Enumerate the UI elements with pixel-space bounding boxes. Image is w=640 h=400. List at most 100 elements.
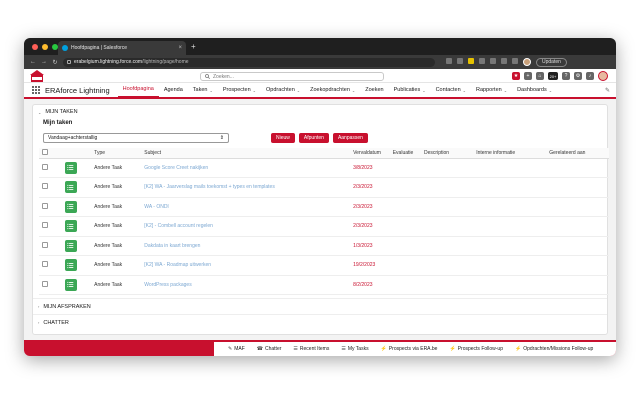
column-header[interactable]: Interne informatie bbox=[473, 148, 547, 159]
section-chatter-header[interactable]: › CHATTER bbox=[33, 314, 607, 330]
nav-item-zoekopdrachten[interactable]: Zoekopdrachten ⌄ bbox=[305, 82, 360, 98]
chevron-down-icon[interactable]: ⌄ bbox=[297, 88, 300, 93]
chevron-down-icon[interactable]: ⌄ bbox=[504, 88, 507, 93]
favorites-star-icon[interactable]: ★ bbox=[512, 72, 520, 80]
table-row[interactable]: Andere Taak WordPress packages 8/2/2023 bbox=[39, 275, 609, 295]
column-header[interactable]: Vervaldatum bbox=[350, 148, 390, 159]
utility-item[interactable]: ☰ Recent Items bbox=[293, 346, 329, 352]
user-avatar[interactable] bbox=[598, 71, 608, 81]
utility-item[interactable]: ✎ MAF bbox=[228, 346, 245, 352]
utility-item[interactable]: ☰ My Tasks bbox=[341, 346, 368, 352]
table-row[interactable]: Andere Taak Google Score Creet nakijken 3/… bbox=[39, 158, 609, 178]
task-filter-select[interactable]: Vandaag+achterstallig ⇕ bbox=[43, 132, 229, 143]
tab-close-icon[interactable]: × bbox=[178, 45, 182, 51]
table-row[interactable]: Andere Taak [K2] WA - Jaarverslag mails t… bbox=[39, 177, 609, 198]
row-checkbox[interactable] bbox=[42, 241, 48, 248]
forward-arrow-icon[interactable]: → bbox=[41, 59, 47, 65]
task-related-to bbox=[546, 236, 609, 256]
utility-item[interactable]: ⚡ Prospects Follow-up bbox=[449, 346, 503, 352]
task-subject-link[interactable]: Dakdata in kaart brengen bbox=[141, 236, 351, 256]
section-my-tasks-header[interactable]: ⌄ MIJN TAKEN bbox=[33, 105, 607, 119]
profile-avatar[interactable] bbox=[523, 58, 531, 66]
nav-item-zoeken[interactable]: Zoeken bbox=[360, 82, 388, 98]
row-select-cell bbox=[39, 275, 62, 295]
table-row[interactable]: Andere Taak WA - ONDI 2/3/2023 bbox=[39, 197, 609, 217]
chevron-down-icon[interactable]: ⌄ bbox=[549, 88, 552, 93]
share-icon[interactable] bbox=[446, 58, 452, 64]
task-related-to bbox=[546, 255, 609, 276]
extension-icon[interactable] bbox=[468, 58, 474, 64]
setup-assistant-icon[interactable]: ⌂ bbox=[536, 72, 544, 80]
edit-task-button[interactable]: Aanpassen bbox=[332, 132, 368, 143]
era-logo-icon[interactable] bbox=[30, 70, 44, 82]
nav-item-rapporten[interactable]: Rapporten ⌄ bbox=[471, 82, 512, 98]
extension-icon[interactable] bbox=[490, 58, 496, 64]
task-subject-link[interactable]: Google Score Creet nakijken bbox=[141, 158, 351, 178]
minimize-window-button[interactable] bbox=[42, 44, 48, 50]
column-header[interactable]: Description bbox=[421, 148, 474, 159]
browser-tab[interactable]: Hoofdpagina | Salesforce × bbox=[58, 41, 186, 55]
chevron-down-icon[interactable]: ⌄ bbox=[352, 88, 355, 93]
chevron-down-icon[interactable]: ⌄ bbox=[253, 88, 256, 93]
nav-item-dashboards[interactable]: Dashboards ⌄ bbox=[512, 82, 557, 98]
table-row[interactable]: Andere Taak [K2] WA - Roadmap uitwerken 19… bbox=[39, 255, 609, 276]
global-actions-icon[interactable]: + bbox=[524, 72, 532, 80]
table-row[interactable]: Andere Taak Dakdata in kaart brengen 1/3/2… bbox=[39, 236, 609, 256]
sidebar-icon[interactable] bbox=[512, 58, 518, 64]
bookmark-star-icon[interactable] bbox=[457, 58, 463, 64]
reload-icon[interactable]: ↻ bbox=[52, 59, 58, 66]
global-search-input[interactable]: Zoeken... bbox=[200, 72, 384, 81]
edit-nav-pencil-icon[interactable]: ✎ bbox=[605, 87, 610, 94]
table-row[interactable]: Andere Taak [K2] - Combell account regele… bbox=[39, 216, 609, 237]
utility-item[interactable]: ⚡ Prospects via ERA.be bbox=[381, 346, 438, 352]
close-window-button[interactable] bbox=[32, 44, 38, 50]
column-header[interactable]: Gerelateerd aan bbox=[546, 148, 609, 159]
utility-item[interactable]: ⚡ Opdrachten/Missions Follow-up bbox=[515, 346, 593, 352]
nav-item-opdrachten[interactable]: Opdrachten ⌄ bbox=[261, 82, 305, 98]
puzzle-icon[interactable] bbox=[501, 58, 507, 64]
nav-item-agenda[interactable]: Agenda bbox=[159, 82, 188, 98]
notification-badge[interactable]: 20+ bbox=[548, 72, 558, 80]
task-related-to bbox=[546, 216, 609, 237]
section-appointments-header[interactable]: › MIJN AFSPRAKEN bbox=[33, 298, 607, 314]
nav-item-hoofdpagina[interactable]: Hoofdpagina bbox=[117, 82, 159, 98]
complete-task-button[interactable]: Afpunten bbox=[298, 132, 329, 143]
task-subject-link[interactable]: [K2] WA - Jaarverslag mails toekomst + t… bbox=[141, 177, 351, 198]
utility-items: ✎ MAF ☎ Chatter ☰ Recent Items ☰ My Tasks ⚡ Prosp… bbox=[214, 342, 616, 356]
row-checkbox[interactable] bbox=[42, 163, 48, 170]
update-button[interactable]: Updaten bbox=[536, 57, 567, 67]
extension-icon[interactable] bbox=[479, 58, 485, 64]
column-header[interactable]: Evaluatie bbox=[389, 148, 422, 159]
address-bar[interactable]: erabelgium.lightning.force.com/lightning… bbox=[63, 57, 435, 67]
task-subject-link[interactable]: [K2] - Combell account regelen bbox=[141, 216, 351, 237]
salesforce-favicon-icon bbox=[62, 45, 68, 51]
column-header[interactable]: Type bbox=[91, 148, 142, 159]
row-checkbox[interactable] bbox=[42, 222, 48, 229]
back-arrow-icon[interactable]: ← bbox=[30, 59, 36, 65]
app-launcher-icon[interactable] bbox=[32, 86, 40, 94]
new-tab-button[interactable]: + bbox=[191, 42, 196, 51]
row-checkbox[interactable] bbox=[42, 280, 48, 287]
gear-icon[interactable]: ⚙ bbox=[574, 72, 582, 80]
row-checkbox[interactable] bbox=[42, 202, 48, 209]
utility-item[interactable]: ☎ Chatter bbox=[257, 346, 282, 352]
bell-icon[interactable]: ♪ bbox=[586, 72, 594, 80]
nav-item-prospecten[interactable]: Prospecten ⌄ bbox=[218, 82, 261, 98]
row-checkbox[interactable] bbox=[42, 261, 48, 268]
task-list-icon bbox=[64, 200, 77, 213]
column-header[interactable]: Subject bbox=[141, 148, 351, 159]
chevron-down-icon[interactable]: ⌄ bbox=[463, 88, 466, 93]
task-subject-link[interactable]: [K2] WA - Roadmap uitwerken bbox=[141, 255, 351, 276]
chevron-down-icon[interactable]: ⌄ bbox=[209, 88, 212, 93]
nav-item-taken[interactable]: Taken ⌄ bbox=[188, 82, 218, 98]
task-subject-link[interactable]: WA - ONDI bbox=[141, 197, 351, 217]
nav-item-contacten[interactable]: Contacten ⌄ bbox=[431, 82, 471, 98]
nav-item-publicaties[interactable]: Publicaties ⌄ bbox=[389, 82, 431, 98]
task-description bbox=[421, 275, 474, 295]
row-checkbox[interactable] bbox=[42, 183, 48, 190]
chevron-down-icon[interactable]: ⌄ bbox=[422, 88, 425, 93]
select-all-checkbox[interactable] bbox=[42, 148, 48, 155]
new-task-button[interactable]: Nieuw bbox=[271, 132, 295, 143]
help-icon[interactable]: ? bbox=[562, 72, 570, 80]
task-subject-link[interactable]: WordPress packages bbox=[141, 275, 351, 295]
